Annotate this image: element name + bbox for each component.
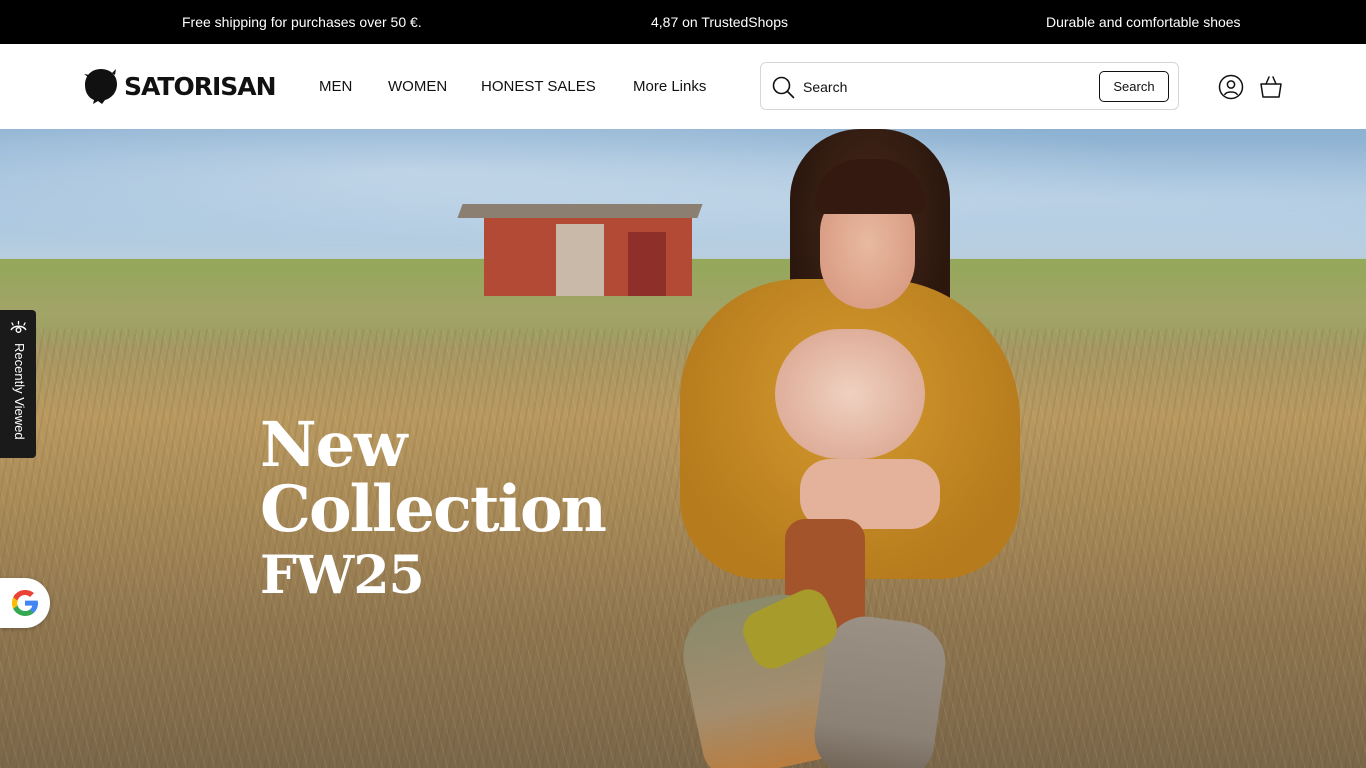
- recently-viewed-label: Recently Viewed: [12, 343, 27, 440]
- hero-title-line: FW25: [260, 545, 425, 606]
- announcement-message: Durable and comfortable shoes: [1046, 14, 1241, 30]
- search-bar: Search: [760, 62, 1179, 110]
- nav-item-more-links[interactable]: More Links: [633, 78, 706, 95]
- hero-title-line: New: [260, 408, 408, 481]
- announcement-message[interactable]: 4,87 on TrustedShops: [651, 14, 788, 30]
- google-icon: [12, 590, 38, 616]
- nav-item-honest-sales[interactable]: HONEST SALES: [481, 78, 596, 95]
- site-header: SATORISAN MEN WOMEN HONEST SALES More Li…: [0, 44, 1366, 129]
- announcement-message: Free shipping for purchases over 50 €.: [182, 14, 422, 30]
- hero-title: New Collection FW25: [260, 408, 607, 606]
- announcement-bar: Free shipping for purchases over 50 €. 4…: [0, 0, 1366, 44]
- search-icon: [772, 76, 795, 99]
- logo-text: SATORISAN: [124, 71, 277, 101]
- search-button[interactable]: Search: [1099, 71, 1169, 102]
- cart-icon[interactable]: [1258, 74, 1284, 100]
- recently-viewed-tab[interactable]: Recently Viewed: [0, 310, 36, 458]
- nav-item-women[interactable]: WOMEN: [388, 78, 447, 95]
- hero-title-line: Collection: [260, 472, 607, 547]
- logo-mark-icon: [84, 69, 117, 104]
- google-reviews-badge[interactable]: [0, 578, 50, 628]
- eye-icon: [10, 320, 27, 333]
- search-input[interactable]: [803, 76, 1083, 98]
- hero-model-image: [650, 129, 1050, 768]
- account-icon[interactable]: [1218, 74, 1244, 100]
- nav-item-men[interactable]: MEN: [319, 78, 352, 95]
- hero-banner[interactable]: New Collection FW25: [0, 129, 1366, 768]
- logo[interactable]: SATORISAN: [82, 66, 277, 106]
